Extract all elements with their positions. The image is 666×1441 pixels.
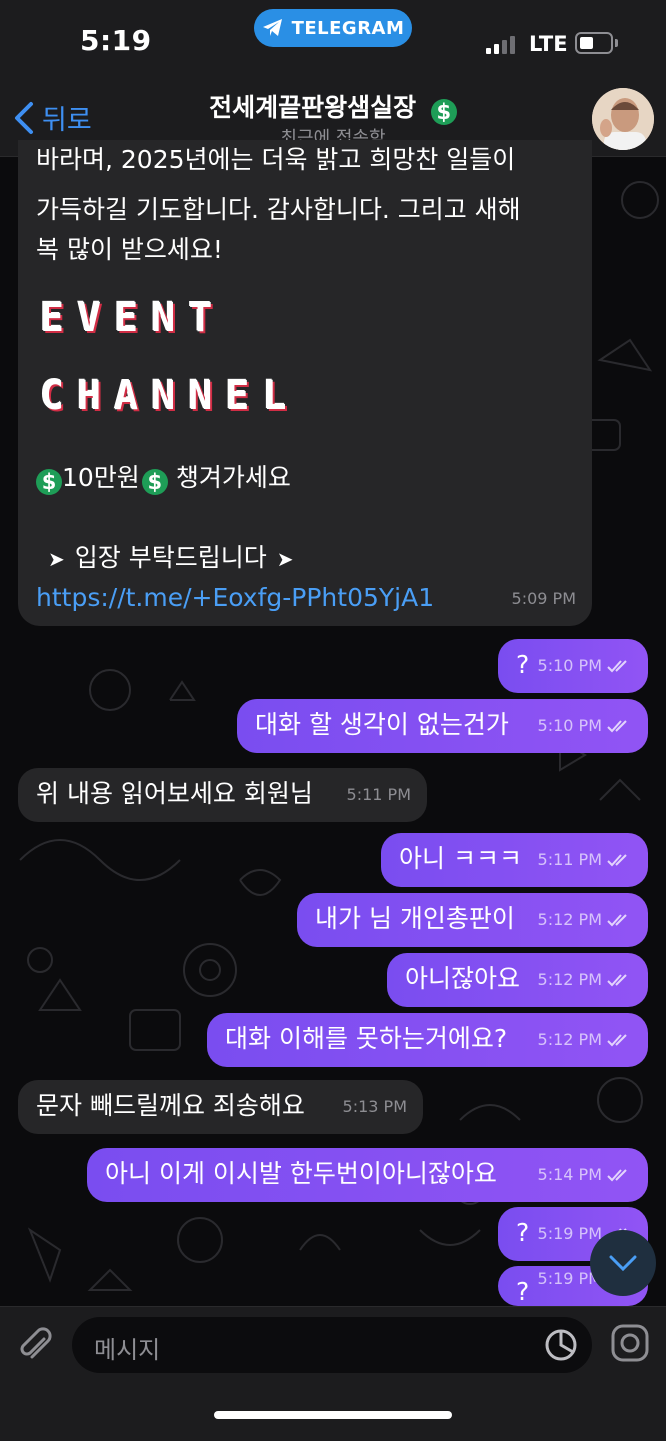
message-text: 아니잖아요 — [405, 964, 521, 993]
invite-link[interactable]: https://t.me/+Eoxfg-PPht05YjA1 — [36, 580, 434, 616]
sticker-icon[interactable] — [544, 1328, 578, 1362]
message-meta: 5:13 PM — [343, 1089, 407, 1125]
message-text: 위 내용 읽어보세요 회원님 — [36, 779, 313, 808]
message-text: 아니 ㅋㅋㅋ — [399, 844, 522, 873]
telegram-return-pill[interactable]: TELEGRAM — [254, 9, 412, 47]
chat-title-text: 전세계끝판왕샘실장 — [209, 93, 417, 122]
message-line: 바라며, 2025년에는 더욱 밝고 희망찬 일들이 — [36, 145, 516, 174]
message-text: 대화 이해를 못하는거에요? — [225, 1024, 508, 1053]
message-meta: 5:10 PM — [538, 708, 632, 744]
message-meta: 5:10 PM — [538, 648, 632, 684]
pointer-icon: ➤ — [276, 547, 294, 571]
event-banner-line2: CHANNEL — [40, 373, 300, 419]
message-meta: 5:12 PM — [538, 902, 632, 938]
outgoing-message[interactable]: 아니 ㅋㅋㅋ 5:11 PM — [381, 833, 648, 887]
dollar-emoji-icon: $ — [141, 469, 168, 495]
outgoing-message[interactable]: 내가 님 개인총판이 5:12 PM — [297, 893, 648, 947]
chevron-down-icon — [609, 1255, 637, 1272]
paperclip-icon[interactable] — [16, 1325, 56, 1365]
message-time: 5:10 PM — [537, 656, 602, 675]
home-indicator — [214, 1411, 452, 1419]
promo-amount: 10만원 — [62, 463, 140, 492]
outgoing-message[interactable]: 대화 할 생각이 없는건가 5:10 PM — [237, 699, 648, 753]
back-label: 뒤로 — [42, 105, 92, 136]
double-check-icon — [607, 660, 627, 673]
message-time: 5:11 PM — [537, 850, 602, 869]
message-meta: 5:11 PM — [538, 842, 632, 878]
message-line: 복 많이 받으세요! — [36, 235, 223, 264]
message-meta: 5:11 PM — [347, 777, 411, 813]
chevron-left-icon — [15, 101, 33, 134]
camera-icon[interactable] — [610, 1323, 650, 1363]
message-time: 5:13 PM — [342, 1097, 407, 1116]
message-input-bar: 메시지 — [0, 1306, 666, 1441]
message-text: 대화 할 생각이 없는건가 — [255, 710, 509, 739]
message-time: 5:12 PM — [537, 1030, 602, 1049]
message-time: 5:10 PM — [537, 716, 602, 735]
incoming-message[interactable]: 위 내용 읽어보세요 회원님 5:11 PM — [18, 768, 427, 822]
message-meta: 5:12 PM — [538, 1022, 632, 1058]
message-text: ? — [516, 650, 530, 679]
message-text: ? — [516, 1218, 530, 1247]
double-check-icon — [607, 720, 627, 733]
pointer-icon: ➤ — [48, 547, 65, 571]
message-input[interactable]: 메시지 — [72, 1317, 592, 1373]
message-line: 가득하길 기도합니다. 감사합니다. 그리고 새해 — [36, 195, 521, 224]
double-check-icon — [607, 974, 627, 987]
message-text: 아니 이게 이시발 한두번이아니잖아요 — [105, 1159, 497, 1188]
promo-line: $10만원 $ 챙겨가세요 — [36, 460, 291, 496]
message-text: ? — [516, 1277, 530, 1306]
event-banner-line1: EVENT — [40, 295, 226, 341]
entry-text: 입장 부탁드립니다 — [74, 543, 267, 572]
message-time: 5:12 PM — [537, 910, 602, 929]
dollar-emoji-icon: $ — [36, 469, 62, 495]
entry-line: ➤ 입장 부탁드립니다 ➤ — [36, 540, 293, 577]
battery-icon — [575, 32, 613, 54]
avatar[interactable] — [592, 88, 654, 150]
message-time: 5:14 PM — [537, 1165, 602, 1184]
telegram-pill-label: TELEGRAM — [291, 17, 405, 39]
message-time: 5:19 PM — [537, 1224, 602, 1243]
message-time: 5:12 PM — [537, 970, 602, 989]
signal-icon — [486, 34, 515, 54]
outgoing-message[interactable]: 아니 이게 이시발 한두번이아니잖아요 5:14 PM — [87, 1148, 648, 1202]
message-meta: 5:12 PM — [538, 962, 632, 998]
message-text: 문자 빼드릴께요 죄송해요 — [36, 1091, 305, 1120]
dollar-emoji-icon: $ — [430, 99, 457, 125]
telegram-icon — [262, 19, 282, 36]
status-bar: 5:19 TELEGRAM LTE — [0, 0, 666, 84]
message-meta: 5:14 PM — [538, 1157, 632, 1193]
incoming-event-message[interactable]: 바라며, 2025년에는 더욱 밝고 희망찬 일들이 가득하길 기도합니다. 감… — [18, 140, 592, 626]
double-check-icon — [607, 854, 627, 867]
back-button[interactable]: 뒤로 — [14, 98, 92, 137]
message-time: 5:09 PM — [511, 589, 576, 608]
outgoing-message[interactable]: 아니잖아요 5:12 PM — [387, 953, 648, 1007]
message-placeholder: 메시지 — [94, 1336, 161, 1364]
double-check-icon — [607, 1034, 627, 1047]
outgoing-message[interactable]: ? 5:10 PM — [498, 639, 648, 693]
chat-title[interactable]: 전세계끝판왕샘실장 $ — [0, 88, 666, 125]
network-label: LTE — [529, 32, 568, 56]
scroll-to-bottom-button[interactable] — [590, 1230, 656, 1296]
incoming-message[interactable]: 문자 빼드릴께요 죄송해요 5:13 PM — [18, 1080, 423, 1134]
status-time: 5:19 — [80, 24, 152, 57]
message-time: 5:11 PM — [346, 785, 411, 804]
double-check-icon — [607, 1169, 627, 1182]
message-text: 내가 님 개인총판이 — [315, 904, 515, 933]
double-check-icon — [607, 914, 627, 927]
outgoing-message[interactable]: 대화 이해를 못하는거에요? 5:12 PM — [207, 1013, 648, 1067]
promo-text: 챙겨가세요 — [175, 463, 291, 492]
